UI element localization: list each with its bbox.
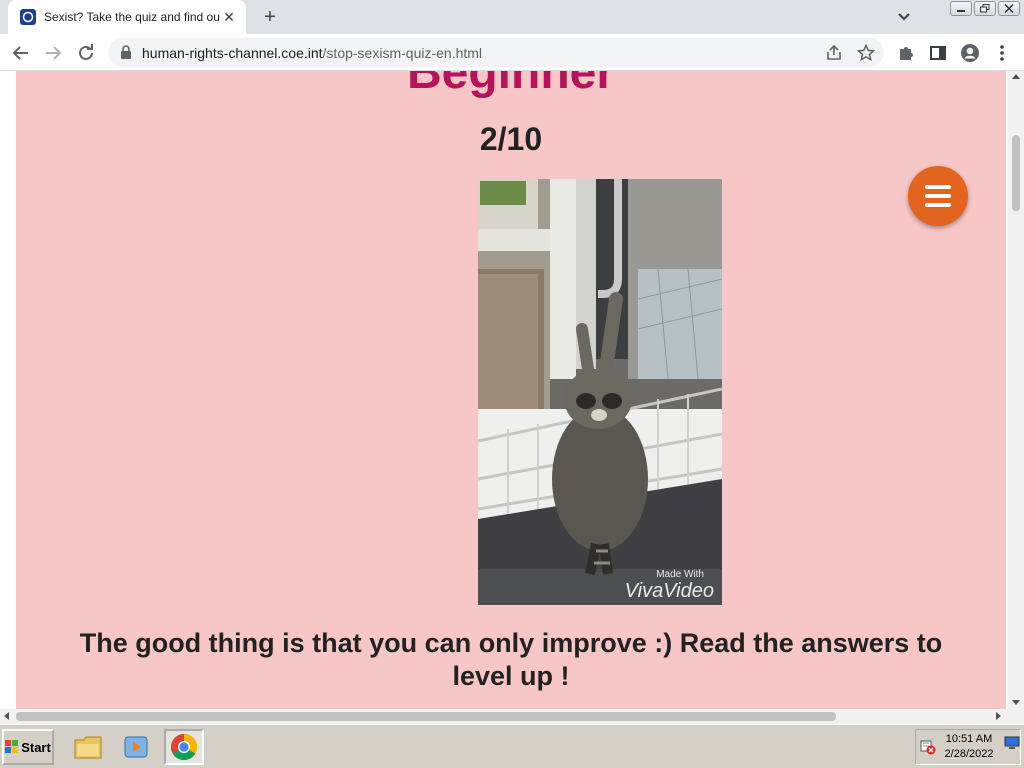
scroll-right-arrow-icon[interactable] [996,712,1001,720]
windows-taskbar: Start 10:51 AM 2/28/2022 [0,724,1024,768]
reload-button[interactable] [73,40,99,66]
clock-date[interactable]: 2/28/2022 [938,748,1000,760]
hamburger-menu-button[interactable] [908,166,968,226]
media-player-icon[interactable] [116,729,156,765]
bookmark-star-icon[interactable] [856,43,876,62]
raccoon-door-gif: Made With VivaVideo [478,179,722,605]
answer-text: The good thing is that you can only impr… [79,628,943,691]
system-tray: 10:51 AM 2/28/2022 [915,729,1021,765]
start-label: Start [21,739,51,755]
vertical-scroll-thumb[interactable] [1012,135,1020,211]
tab-search-chevron-icon[interactable] [894,8,914,26]
close-icon[interactable]: ✕ [220,8,238,26]
horizontal-scrollbar[interactable] [0,709,1024,724]
display-icon[interactable] [1004,736,1020,750]
tab-strip: Sexist? Take the quiz and find out! ✕ + [0,0,1024,34]
url-host: human-rights-channel.coe.int [142,45,323,61]
minimize-button[interactable] [950,1,972,16]
gif-watermark-line2: VivaVideo [625,580,714,602]
page-viewport: Beginner 2/10 Made With VivaVideo The go… [0,71,1024,709]
close-window-button[interactable] [998,1,1020,16]
clock-time[interactable]: 10:51 AM [938,733,1000,745]
question-counter: 2/10 [479,121,543,157]
level-title: Beginner [406,71,616,99]
side-panel-icon[interactable] [927,42,949,64]
lock-icon[interactable] [120,45,132,64]
vertical-scrollbar[interactable] [1008,71,1024,709]
file-explorer-icon[interactable] [68,729,108,765]
address-bar[interactable]: human-rights-channel.coe.int/stop-sexism… [108,38,884,67]
tab-title: Sexist? Take the quiz and find out! [44,10,220,24]
horizontal-scroll-thumb[interactable] [16,712,836,721]
scroll-down-arrow-icon[interactable] [1012,700,1020,705]
scroll-left-arrow-icon[interactable] [4,712,9,720]
chrome-taskbar-icon[interactable] [164,729,204,765]
menu-bar-icon [925,194,951,198]
url-path: /stop-sexism-quiz-en.html [322,45,483,61]
forward-button[interactable] [40,40,66,66]
start-button[interactable]: Start [2,729,54,765]
windows-logo-icon [5,740,19,753]
url-text[interactable]: human-rights-channel.coe.int/stop-sexism… [142,45,482,61]
extensions-puzzle-icon[interactable] [895,42,917,64]
menu-bar-icon [925,203,951,207]
browser-tab[interactable]: Sexist? Take the quiz and find out! ✕ [8,0,246,34]
network-warning-icon[interactable] [920,739,936,755]
gif-watermark-line1: Made With [656,569,704,580]
new-tab-button[interactable]: + [258,6,282,28]
scroll-up-arrow-icon[interactable] [1012,74,1020,79]
window-controls [950,1,1020,16]
restore-button[interactable] [974,1,996,16]
profile-avatar-icon[interactable] [959,42,981,64]
browser-toolbar: human-rights-channel.coe.int/stop-sexism… [0,34,1024,71]
more-menu-icon[interactable] [991,42,1013,64]
quiz-page: Beginner 2/10 Made With VivaVideo The go… [16,71,1006,709]
coe-favicon-icon [20,9,36,25]
menu-bar-icon [925,185,951,189]
back-button[interactable] [8,40,34,66]
share-icon[interactable] [825,44,843,62]
